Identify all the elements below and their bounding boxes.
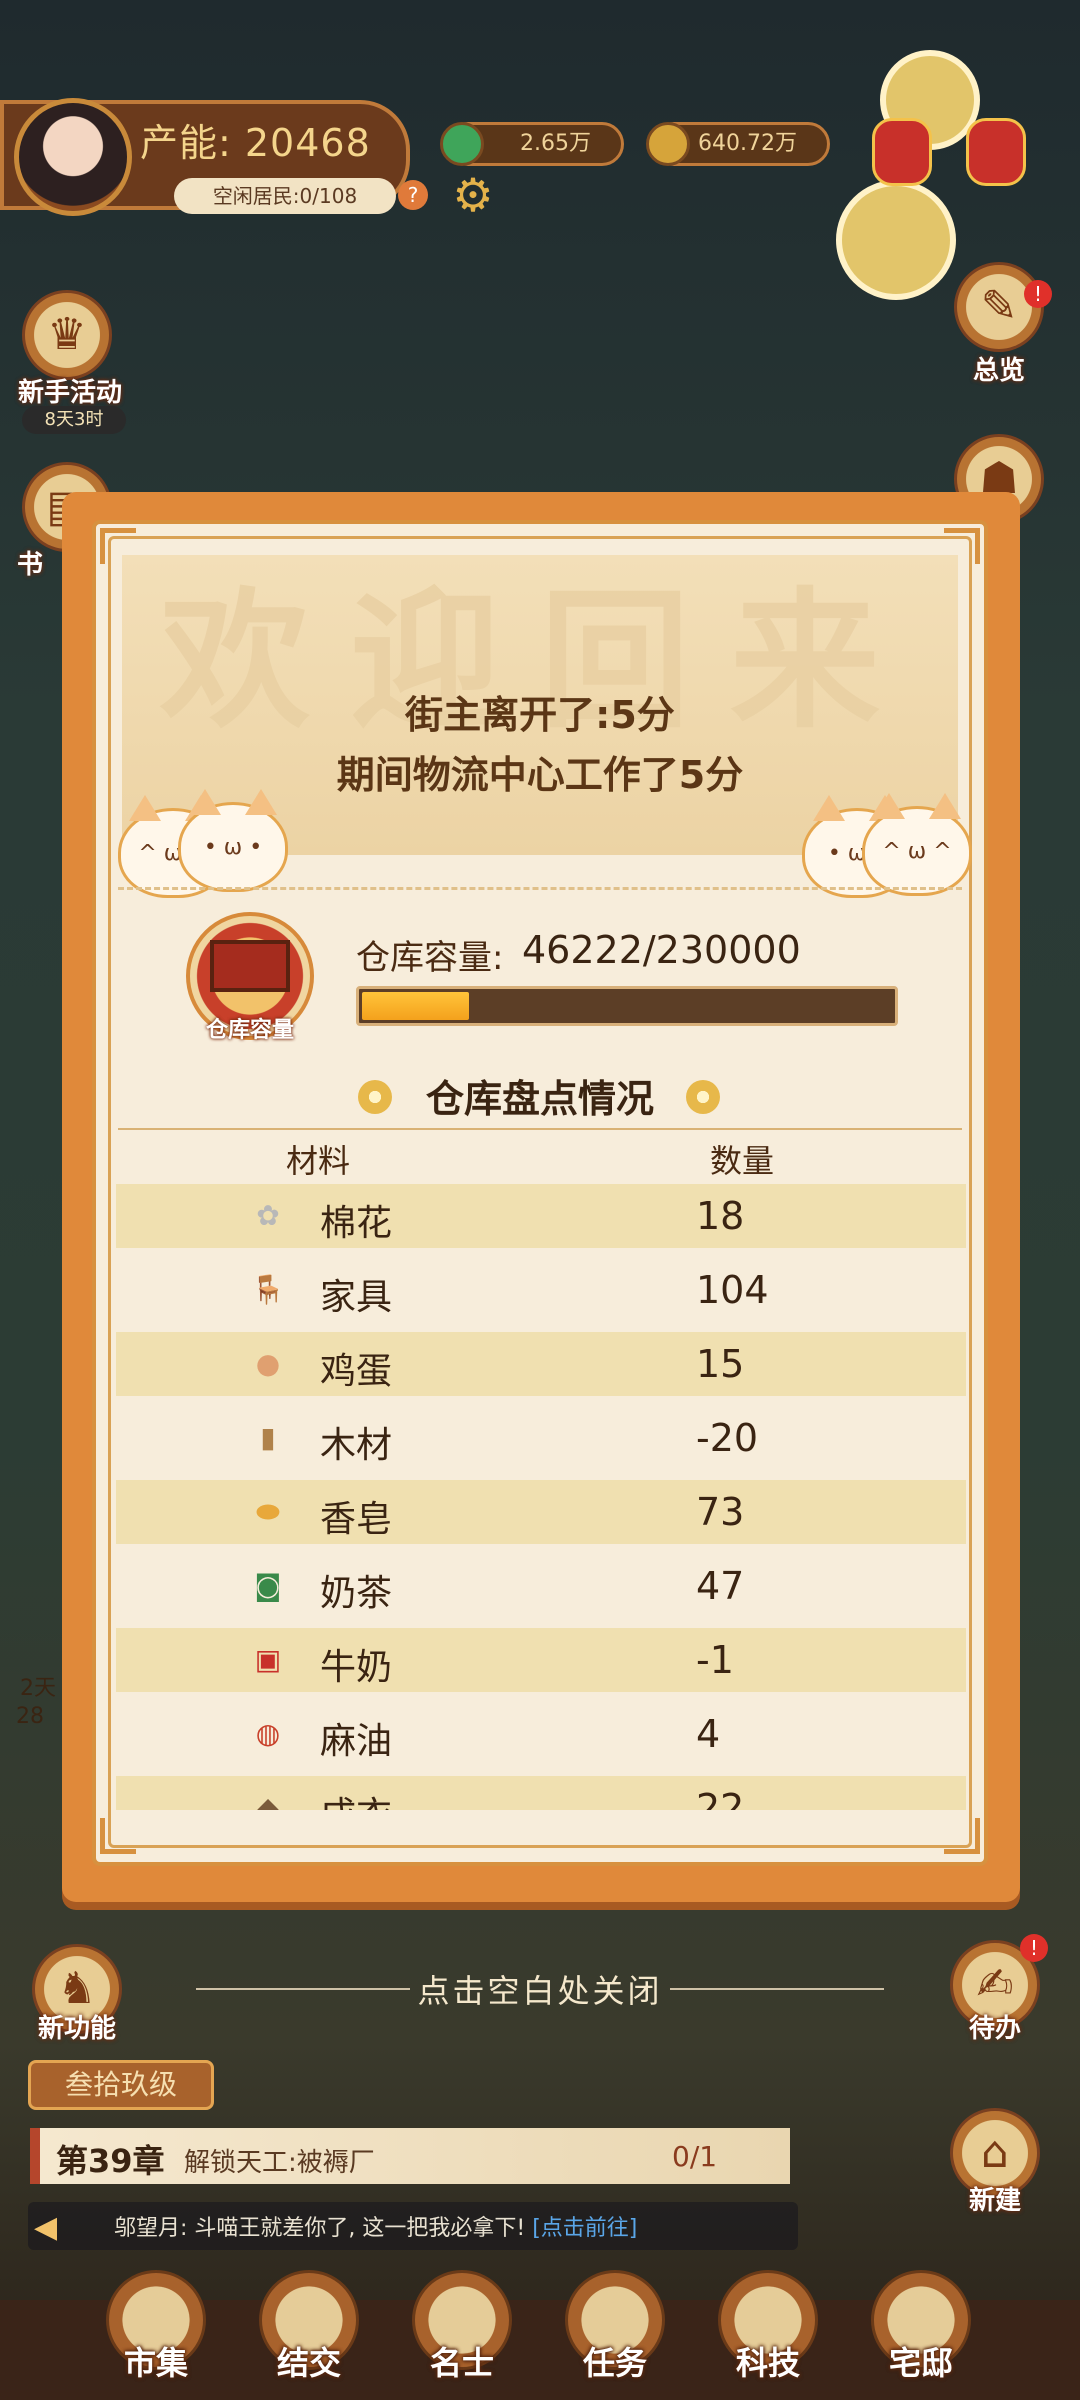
warehouse-capacity-icon-label: 仓库容量 [205, 1018, 294, 1043]
away-duration: 街主离开了:5分 [405, 693, 675, 737]
capacity-value: 46222/230000 [522, 928, 801, 972]
capacity-label: 仓库容量: [356, 938, 504, 978]
sesame-oil-icon: ◍ [255, 1717, 281, 1750]
capacity-progress-fill [362, 992, 469, 1020]
material-quantity: 73 [696, 1490, 745, 1534]
alert-badge-icon: ! [1024, 280, 1052, 308]
milk-tea-icon: ◙ [254, 1569, 282, 1602]
frame-corner [100, 1818, 136, 1854]
frame-corner [944, 1818, 980, 1854]
speaker-icon[interactable]: ◀ [34, 2210, 57, 2245]
nav-label[interactable]: 任务 [555, 2338, 675, 2384]
material-name: 家具 [320, 1277, 393, 1318]
inventory-row: ◍ 麻油 4 [116, 1702, 966, 1766]
flower-icon [686, 1080, 720, 1114]
material-name: 牛奶 [320, 1647, 393, 1688]
overview-label: 总览 [972, 356, 1025, 386]
player-avatar[interactable] [14, 98, 132, 216]
material-quantity: 104 [696, 1268, 769, 1312]
idle-residents: 空闲居民:0/108 [174, 178, 396, 214]
chapter-task: 解锁天工:被褥厂 [184, 2148, 375, 2178]
nav-label[interactable]: 宅邸 [861, 2338, 981, 2384]
level-badge: 叁拾玖级 [28, 2060, 214, 2110]
material-quantity: 15 [696, 1342, 745, 1386]
milk-icon: ▣ [254, 1643, 282, 1676]
material-name: 麻油 [320, 1721, 393, 1762]
help-icon[interactable]: ? [398, 180, 428, 210]
currency-gold-value: 640.72万 [698, 131, 797, 156]
material-name: 木材 [320, 1425, 393, 1466]
egg-icon: ● [255, 1347, 281, 1380]
chapter-number: 第39章 [56, 2142, 165, 2180]
overview-icon[interactable]: ✎ [954, 262, 1044, 352]
new-feature-label: 新功能 [37, 2014, 116, 2044]
soap-icon: ⬬ [256, 1495, 280, 1528]
furniture-icon: 🪑 [250, 1273, 286, 1306]
newbie-event-label: 新手活动 [17, 378, 122, 408]
wood-icon: ▮ [260, 1421, 276, 1454]
inventory-section-title: 仓库盘点情况 [425, 1077, 654, 1121]
chapter-progress: 0/1 [672, 2140, 718, 2173]
material-quantity: 22 [696, 1786, 745, 1810]
newbie-event-icon[interactable]: ♛ [22, 290, 112, 380]
inventory-row: ◆ 成衣 22 [116, 1776, 966, 1810]
partial-item-icon: ◆ [257, 1791, 279, 1810]
material-quantity: 18 [696, 1194, 745, 1238]
cotton-icon: ✿ [256, 1199, 280, 1232]
inventory-row: ✿ 棉花 18 [116, 1184, 966, 1248]
material-name: 奶茶 [320, 1573, 393, 1614]
red-lantern-icon[interactable] [966, 118, 1026, 186]
inventory-table[interactable]: ✿ 棉花 18 🪑 家具 104 ● 鸡蛋 15 ▮ 木材 -20 ⬬ 香皂 73 ◙ 奶茶 47 ▣ 牛奶 -1 ◍ 麻油… [116, 1184, 966, 1810]
coin-pin-icon[interactable] [836, 180, 956, 300]
column-header-material: 材料 [286, 1142, 351, 1180]
material-quantity: 47 [696, 1564, 745, 1608]
red-lantern-icon[interactable] [872, 118, 932, 186]
material-name: 鸡蛋 [320, 1351, 393, 1392]
currency-green-value: 2.65万 [520, 131, 591, 156]
cat-mascot-icon: ^ ω ^ [862, 793, 972, 896]
book-label: 书 [16, 550, 43, 580]
inventory-row: ◙ 奶茶 47 [116, 1554, 966, 1618]
cat-mascot-icon: • ω • [178, 789, 288, 892]
nav-label[interactable]: 结交 [249, 2338, 369, 2384]
inventory-row: 🪑 家具 104 [116, 1258, 966, 1322]
nav-label[interactable]: 市集 [96, 2338, 216, 2384]
nav-label[interactable]: 科技 [708, 2338, 828, 2384]
material-quantity: -20 [696, 1416, 759, 1460]
column-header-quantity: 数量 [710, 1142, 775, 1180]
inventory-row: ⬬ 香皂 73 [116, 1480, 966, 1544]
material-name: 香皂 [320, 1499, 393, 1540]
production-power: 产能: 20468 [140, 121, 371, 165]
material-quantity: 4 [696, 1712, 721, 1756]
material-name: 棉花 [320, 1203, 393, 1244]
material-name: 成衣 [320, 1786, 392, 1810]
divider [118, 1128, 962, 1130]
material-quantity: -1 [696, 1638, 734, 1682]
capacity-progress-bar [356, 986, 898, 1026]
build-label: 新建 [968, 2186, 1021, 2216]
alert-badge-icon: ! [1020, 1934, 1048, 1962]
close-hint[interactable]: 点击空白处关闭 [0, 1966, 1080, 2012]
jade-coin-icon [440, 122, 484, 166]
chat-text: 邬望月: 斗喵王就差你了, 这一把我必拿下! [114, 2216, 533, 2241]
inventory-row: ▣ 牛奶 -1 [116, 1628, 966, 1692]
inventory-row: ▮ 木材 -20 [116, 1406, 966, 1470]
warehouse-icon [210, 940, 290, 992]
cart-wheel-icon[interactable]: ⚙ [440, 170, 506, 220]
nav-label[interactable]: 名士 [402, 2338, 522, 2384]
chat-message: 邬望月: 斗喵王就差你了, 这一把我必拿下! [点击前往] [114, 2210, 637, 2242]
inventory-row: ● 鸡蛋 15 [116, 1332, 966, 1396]
divider [670, 1988, 884, 1990]
divider [118, 887, 962, 890]
chat-go-link[interactable]: [点击前往] [532, 2216, 637, 2241]
gold-coin-icon [646, 122, 690, 166]
event-timer: 8天3时 [22, 406, 126, 434]
todo-label: 待办 [968, 2014, 1021, 2044]
